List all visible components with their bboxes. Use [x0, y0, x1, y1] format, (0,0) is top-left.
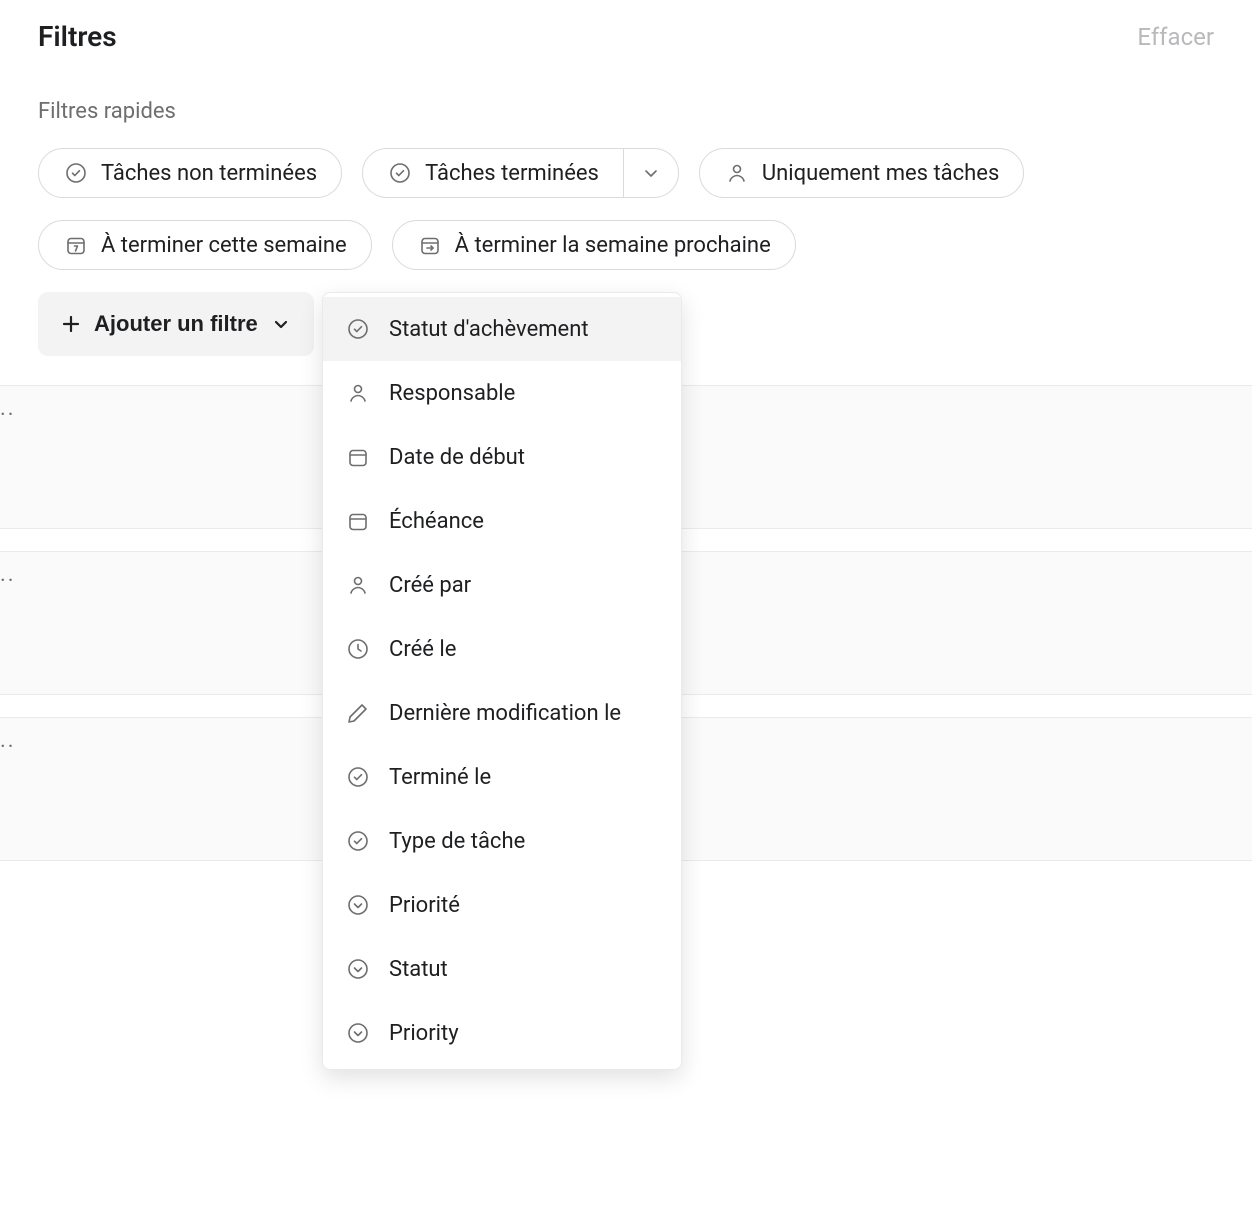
quick-filters-label: Filtres rapides [38, 99, 1214, 124]
add-filter-label: Ajouter un filtre [94, 311, 258, 337]
chip-label: Uniquement mes tâches [762, 161, 999, 186]
menu-item-start-date[interactable]: Date de début [323, 425, 681, 489]
menu-item-task-type[interactable]: Type de tâche [323, 809, 681, 873]
calendar-7-icon [63, 232, 89, 258]
chip-complete-tasks-dropdown[interactable] [623, 149, 678, 197]
chip-label: Tâches non terminées [101, 161, 317, 186]
pencil-icon [345, 700, 371, 726]
chevron-down-icon [268, 311, 294, 337]
menu-item-label: Dernière modification le [389, 701, 621, 726]
menu-item-completion-status[interactable]: Statut d'achèvement [323, 297, 681, 361]
menu-item-last-modified[interactable]: Dernière modification le [323, 681, 681, 745]
quick-filters-row-1: Tâches non terminées Tâches terminées Un… [38, 148, 1214, 198]
calendar-arrow-icon [417, 232, 443, 258]
clock-icon [345, 636, 371, 662]
menu-item-label: Statut d'achèvement [389, 317, 589, 342]
menu-item-status[interactable]: Statut [323, 937, 681, 1001]
quick-filters-row-2: À terminer cette semaine À terminer la s… [38, 220, 1214, 270]
chevron-circle-icon [345, 956, 371, 982]
chip-due-this-week[interactable]: À terminer cette semaine [38, 220, 372, 270]
filter-dropdown: Statut d'achèvement Responsable Date de … [322, 292, 682, 1070]
menu-item-label: Date de début [389, 445, 525, 470]
plus-icon [58, 311, 84, 337]
menu-item-due-date[interactable]: Échéance [323, 489, 681, 553]
chip-incomplete-tasks[interactable]: Tâches non terminées [38, 148, 342, 198]
menu-item-label: Terminé le [389, 765, 491, 790]
chip-complete-tasks-group: Tâches terminées [362, 148, 679, 198]
menu-item-label: Créé par [389, 573, 471, 598]
chevron-circle-icon [345, 892, 371, 918]
calendar-icon [345, 444, 371, 470]
menu-item-priority-fr[interactable]: Priorité [323, 873, 681, 937]
menu-item-label: Statut [389, 957, 448, 982]
menu-item-label: Responsable [389, 381, 515, 406]
menu-item-priority-en[interactable]: Priority [323, 1001, 681, 1065]
bg-dots: .. [0, 728, 16, 753]
clear-button[interactable]: Effacer [1137, 23, 1214, 51]
calendar-icon [345, 508, 371, 534]
menu-item-label: Priority [389, 1021, 459, 1046]
chip-label: Tâches terminées [425, 161, 599, 186]
chevron-down-icon [638, 160, 664, 186]
chip-complete-tasks[interactable]: Tâches terminées [363, 149, 623, 197]
chip-my-tasks[interactable]: Uniquement mes tâches [699, 148, 1024, 198]
person-icon [345, 572, 371, 598]
panel-title: Filtres [38, 20, 117, 53]
bg-dots: .. [0, 562, 16, 587]
check-circle-icon [63, 160, 89, 186]
add-filter-button[interactable]: Ajouter un filtre [38, 292, 314, 356]
menu-item-label: Priorité [389, 893, 460, 918]
menu-item-created-by[interactable]: Créé par [323, 553, 681, 617]
chip-label: À terminer cette semaine [101, 233, 347, 258]
person-icon [345, 380, 371, 406]
chip-label: À terminer la semaine prochaine [455, 233, 771, 258]
menu-item-label: Créé le [389, 637, 456, 662]
filters-panel: Filtres Effacer Filtres rapides Tâches n… [0, 0, 1252, 356]
chip-due-next-week[interactable]: À terminer la semaine prochaine [392, 220, 796, 270]
menu-item-created-on[interactable]: Créé le [323, 617, 681, 681]
check-circle-icon [345, 764, 371, 790]
menu-item-completed-on[interactable]: Terminé le [323, 745, 681, 809]
check-circle-icon [387, 160, 413, 186]
check-circle-icon [345, 316, 371, 342]
menu-item-assignee[interactable]: Responsable [323, 361, 681, 425]
person-icon [724, 160, 750, 186]
menu-item-label: Type de tâche [389, 829, 525, 854]
chevron-circle-icon [345, 1020, 371, 1046]
menu-item-label: Échéance [389, 509, 484, 534]
header: Filtres Effacer [38, 20, 1214, 53]
add-filter-container: Ajouter un filtre Statut d'achèvement Re… [38, 292, 1214, 356]
bg-dots: .. [0, 396, 16, 421]
check-circle-icon [345, 828, 371, 854]
